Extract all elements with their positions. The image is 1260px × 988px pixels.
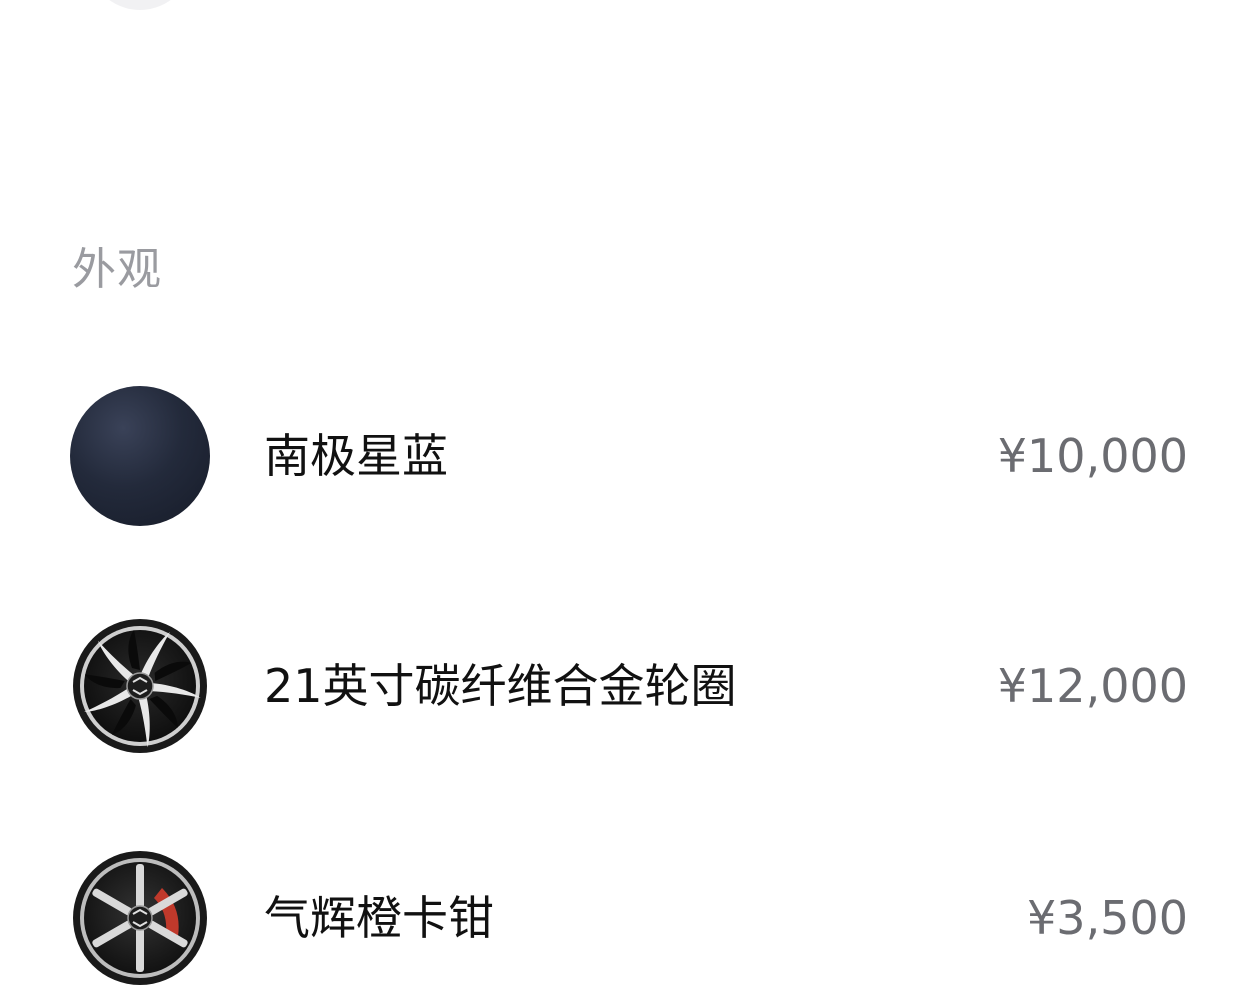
option-label: 气辉橙卡钳 (264, 891, 494, 945)
option-row-exterior-color[interactable]: 南极星蓝 ¥10,000 (0, 386, 1260, 526)
section-title-exterior: 外观 (72, 244, 162, 295)
brake-caliper-wheel-icon (70, 848, 210, 988)
option-price: ¥10,000 (997, 429, 1188, 483)
option-price: ¥3,500 (1027, 891, 1188, 945)
option-row-brake-calipers[interactable]: 气辉橙卡钳 ¥3,500 (0, 848, 1260, 988)
color-swatch-icon (70, 386, 210, 526)
wheel-icon (70, 616, 210, 756)
previous-option-thumbnail (88, 0, 192, 10)
option-label: 21英寸碳纤维合金轮圈 (264, 659, 737, 713)
option-row-wheels[interactable]: 21英寸碳纤维合金轮圈 ¥12,000 (0, 616, 1260, 756)
option-price: ¥12,000 (997, 659, 1188, 713)
option-label: 南极星蓝 (264, 429, 448, 483)
